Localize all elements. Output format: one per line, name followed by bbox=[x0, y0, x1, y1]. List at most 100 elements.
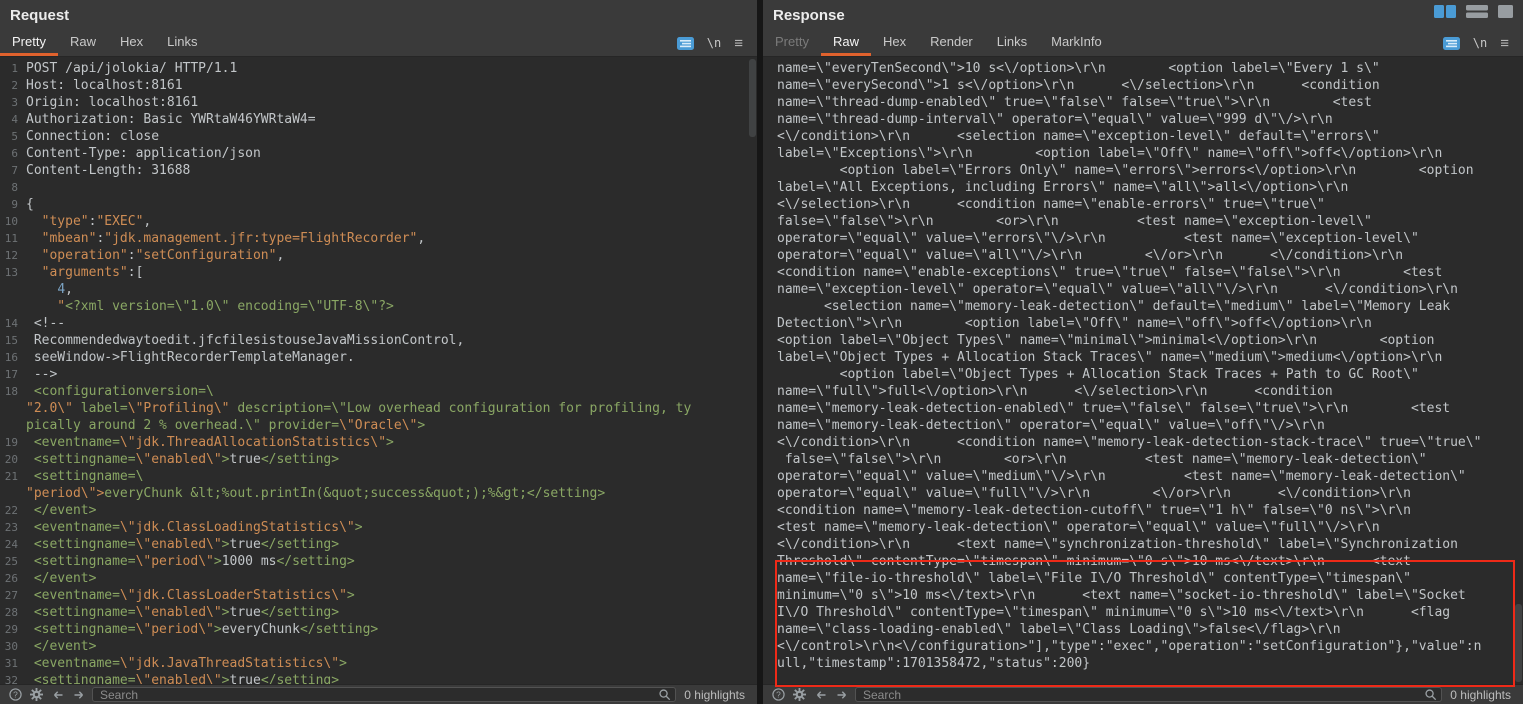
response-line: label=\"Exceptions\">\r\n <option label=… bbox=[763, 145, 1523, 162]
request-line: 26 </event> bbox=[0, 570, 757, 587]
request-line: 4, bbox=[0, 281, 757, 298]
request-line: 18 <configurationversion=\ bbox=[0, 383, 757, 400]
response-line: label=\"All Exceptions, including Errors… bbox=[763, 179, 1523, 196]
response-scrollbar[interactable] bbox=[1515, 59, 1522, 682]
tab-raw[interactable]: Raw bbox=[821, 30, 871, 56]
response-editor-tools: \n ≡ bbox=[1443, 30, 1523, 56]
request-line: 23 <eventname=\"jdk.ClassLoadingStatisti… bbox=[0, 519, 757, 536]
request-line: 4Authorization: Basic YWRtaW46YWRtaW4= bbox=[0, 111, 757, 128]
response-search-field bbox=[855, 687, 1442, 702]
response-line: name=\"full\">full<\/option>\r\n <\/sele… bbox=[763, 383, 1523, 400]
search-settings-gear-icon[interactable] bbox=[29, 687, 44, 702]
response-line: <option label=\"Errors Only\" name=\"err… bbox=[763, 162, 1523, 179]
request-code: 1POST /api/jolokia/ HTTP/1.12Host: local… bbox=[0, 60, 757, 684]
tab-pretty[interactable]: Pretty bbox=[763, 30, 821, 56]
response-line: label=\"Object Types + Allocation Stack … bbox=[763, 349, 1523, 366]
previous-match-button[interactable] bbox=[813, 687, 828, 702]
magnifier-icon[interactable] bbox=[657, 687, 672, 702]
request-line: 7Content-Length: 31688 bbox=[0, 162, 757, 179]
tab-markinfo[interactable]: MarkInfo bbox=[1039, 30, 1114, 56]
editor-menu-icon[interactable]: ≡ bbox=[1500, 36, 1509, 51]
pretty-print-icon[interactable] bbox=[677, 37, 694, 50]
help-icon[interactable]: ? bbox=[771, 687, 786, 702]
response-line: Threshold\" contentType=\"timespan\" min… bbox=[763, 553, 1523, 570]
request-tabs: PrettyRawHexLinks bbox=[0, 30, 209, 56]
response-line: <option label=\"Object Types\" name=\"mi… bbox=[763, 332, 1523, 349]
help-icon[interactable]: ? bbox=[8, 687, 23, 702]
request-line: 8 bbox=[0, 179, 757, 196]
response-line: name=\"thread-dump-enabled\" true=\"fals… bbox=[763, 94, 1523, 111]
request-line: "2.0\" label=\"Profiling\" description=\… bbox=[0, 400, 757, 417]
request-line: 28 <settingname=\"enabled\">true</settin… bbox=[0, 604, 757, 621]
response-line: operator=\"equal\" value=\"medium\"\/>\r… bbox=[763, 468, 1523, 485]
response-line: name=\"everyTenSecond\">10 s<\/option>\r… bbox=[763, 60, 1523, 77]
magnifier-icon[interactable] bbox=[1423, 687, 1438, 702]
tab-hex[interactable]: Hex bbox=[108, 30, 155, 56]
response-line: name=\"everySecond\">1 s<\/option>\r\n <… bbox=[763, 77, 1523, 94]
request-scrollbar[interactable] bbox=[749, 59, 756, 682]
request-line: 1POST /api/jolokia/ HTTP/1.1 bbox=[0, 60, 757, 77]
response-line: <\/condition>\r\n <selection name=\"exce… bbox=[763, 128, 1523, 145]
search-settings-gear-icon[interactable] bbox=[792, 687, 807, 702]
response-search-bar: ? 0 highlights bbox=[763, 684, 1523, 704]
request-line: "<?xml version=\"1.0\" encoding=\"UTF-8\… bbox=[0, 298, 757, 315]
response-line: I\/O Threshold\" contentType=\"timespan\… bbox=[763, 604, 1523, 621]
burp-message-editor-window: Request PrettyRawHexLinks \n ≡ 1POST /ap… bbox=[0, 0, 1523, 704]
tab-hex[interactable]: Hex bbox=[871, 30, 918, 56]
newline-toggle-button[interactable]: \n bbox=[707, 36, 721, 50]
pretty-print-icon[interactable] bbox=[1443, 37, 1460, 50]
request-editor[interactable]: 1POST /api/jolokia/ HTTP/1.12Host: local… bbox=[0, 57, 757, 684]
layout-columns-button[interactable] bbox=[1434, 5, 1456, 18]
response-editor[interactable]: name=\"everyTenSecond\">10 s<\/option>\r… bbox=[763, 57, 1523, 684]
tab-links[interactable]: Links bbox=[985, 30, 1039, 56]
tab-raw[interactable]: Raw bbox=[58, 30, 108, 56]
response-line: operator=\"equal\" value=\"errors\"\/>\r… bbox=[763, 230, 1523, 247]
search-input[interactable] bbox=[100, 688, 657, 701]
request-search-field bbox=[92, 687, 676, 702]
layout-controls bbox=[1434, 5, 1513, 18]
layout-single-button[interactable] bbox=[1498, 5, 1513, 18]
request-line: 10 "type":"EXEC", bbox=[0, 213, 757, 230]
request-tabbar: PrettyRawHexLinks \n ≡ bbox=[0, 30, 757, 57]
response-line: false=\"false\">\r\n <or>\r\n <test name… bbox=[763, 451, 1523, 468]
response-line: minimum=\"0 s\">10 ms<\/text>\r\n <text … bbox=[763, 587, 1523, 604]
response-line: ull,"timestamp":1701358472,"status":200} bbox=[763, 655, 1523, 672]
request-line: 12 "operation":"setConfiguration", bbox=[0, 247, 757, 264]
editor-menu-icon[interactable]: ≡ bbox=[734, 36, 743, 51]
request-line: 31 <eventname=\"jdk.JavaThreadStatistics… bbox=[0, 655, 757, 672]
response-line: <\/control>\r\n<\/configuration>"],"type… bbox=[763, 638, 1523, 655]
response-code: name=\"everyTenSecond\">10 s<\/option>\r… bbox=[763, 60, 1523, 672]
request-line: 20 <settingname=\"enabled\">true</settin… bbox=[0, 451, 757, 468]
request-line: 29 <settingname=\"period\">everyChunk</s… bbox=[0, 621, 757, 638]
previous-match-button[interactable] bbox=[50, 687, 65, 702]
request-line: 22 </event> bbox=[0, 502, 757, 519]
request-line: 17 --> bbox=[0, 366, 757, 383]
response-line: name=\"exception-level\" operator=\"equa… bbox=[763, 281, 1523, 298]
response-line: <\/condition>\r\n <condition name=\"memo… bbox=[763, 434, 1523, 451]
response-line: name=\"memory-leak-detection\" operator=… bbox=[763, 417, 1523, 434]
request-editor-tools: \n ≡ bbox=[677, 30, 757, 56]
request-line: 32 <settingname=\"enabled\">true</settin… bbox=[0, 672, 757, 684]
request-line: 6Content-Type: application/json bbox=[0, 145, 757, 162]
tab-links[interactable]: Links bbox=[155, 30, 209, 56]
svg-text:?: ? bbox=[13, 689, 18, 699]
request-line: 14 <!-- bbox=[0, 315, 757, 332]
response-line: name=\"thread-dump-interval\" operator=\… bbox=[763, 111, 1523, 128]
next-match-button[interactable] bbox=[71, 687, 86, 702]
response-line: <option label=\"Object Types + Allocatio… bbox=[763, 366, 1523, 383]
search-input[interactable] bbox=[863, 688, 1423, 701]
request-title-row: Request bbox=[0, 0, 757, 30]
tab-render[interactable]: Render bbox=[918, 30, 985, 56]
layout-rows-button[interactable] bbox=[1466, 5, 1488, 18]
request-line: 24 <settingname=\"enabled\">true</settin… bbox=[0, 536, 757, 553]
response-line: name=\"memory-leak-detection-enabled\" t… bbox=[763, 400, 1523, 417]
request-line: 15 Recommendedwaytoedit.jfcfilesistouseJ… bbox=[0, 332, 757, 349]
request-search-bar: ? 0 highlights bbox=[0, 684, 757, 704]
tab-pretty[interactable]: Pretty bbox=[0, 30, 58, 56]
response-tabs: PrettyRawHexRenderLinksMarkInfo bbox=[763, 30, 1114, 56]
next-match-button[interactable] bbox=[834, 687, 849, 702]
newline-toggle-button[interactable]: \n bbox=[1473, 36, 1487, 50]
highlights-count: 0 highlights bbox=[1448, 688, 1515, 702]
response-line: operator=\"equal\" value=\"all\"\/>\r\n … bbox=[763, 247, 1523, 264]
request-line: 16 seeWindow->FlightRecorderTemplateMana… bbox=[0, 349, 757, 366]
